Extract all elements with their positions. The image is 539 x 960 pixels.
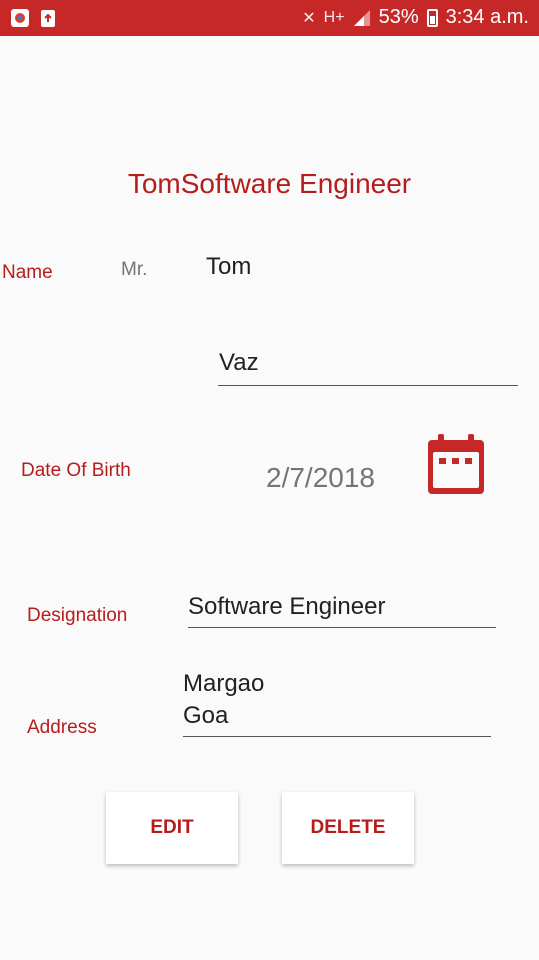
edit-button[interactable]: EDIT — [106, 792, 238, 864]
system-indicators: ✕ H+ 53% 3:34 a.m. — [302, 6, 529, 29]
salutation-select[interactable]: Mr. — [121, 259, 147, 281]
dob-value[interactable]: 2/7/2018 — [266, 462, 375, 494]
designation-label: Designation — [27, 605, 128, 626]
dob-label: Date Of Birth — [21, 460, 131, 481]
address-underline — [183, 736, 491, 737]
last-name-underline — [218, 385, 518, 386]
last-name-field[interactable]: Vaz — [219, 349, 259, 377]
first-name-field[interactable]: Tom — [206, 253, 251, 281]
address-line-2[interactable]: Goa — [183, 702, 228, 730]
name-label: Name — [2, 262, 53, 283]
app-icon-1 — [11, 9, 29, 27]
battery-icon — [426, 8, 438, 27]
mute-icon: ✕ — [302, 9, 316, 27]
status-bar: ✕ H+ 53% 3:34 a.m. — [0, 0, 539, 36]
network-type: H+ — [323, 8, 345, 26]
notification-icons — [10, 8, 58, 28]
delete-button[interactable]: DELETE — [282, 792, 414, 864]
designation-underline — [188, 627, 496, 628]
address-line-1[interactable]: Margao — [183, 670, 264, 698]
clock: 3:34 a.m. — [445, 6, 529, 28]
calendar-icon[interactable] — [428, 434, 484, 494]
page-title: TomSoftware Engineer — [127, 168, 412, 199]
designation-field[interactable]: Software Engineer — [188, 593, 385, 621]
address-label: Address — [27, 717, 97, 738]
battery-percent: 53% — [378, 6, 419, 28]
signal-icon — [353, 9, 370, 26]
app-icon-2 — [41, 10, 55, 27]
